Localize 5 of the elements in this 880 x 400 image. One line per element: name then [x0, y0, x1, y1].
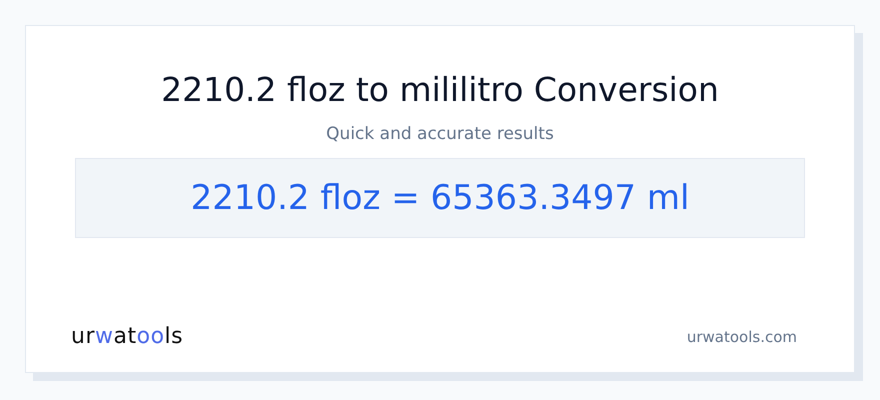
subtitle: Quick and accurate results — [326, 124, 554, 144]
site-link[interactable]: urwatools.com — [686, 328, 797, 346]
result-text: 2210.2 floz = 65363.3497 ml — [190, 178, 690, 218]
page-title: 2210.2 floz to mililitro Conversion — [161, 69, 719, 111]
logo: urwatools — [71, 324, 184, 349]
